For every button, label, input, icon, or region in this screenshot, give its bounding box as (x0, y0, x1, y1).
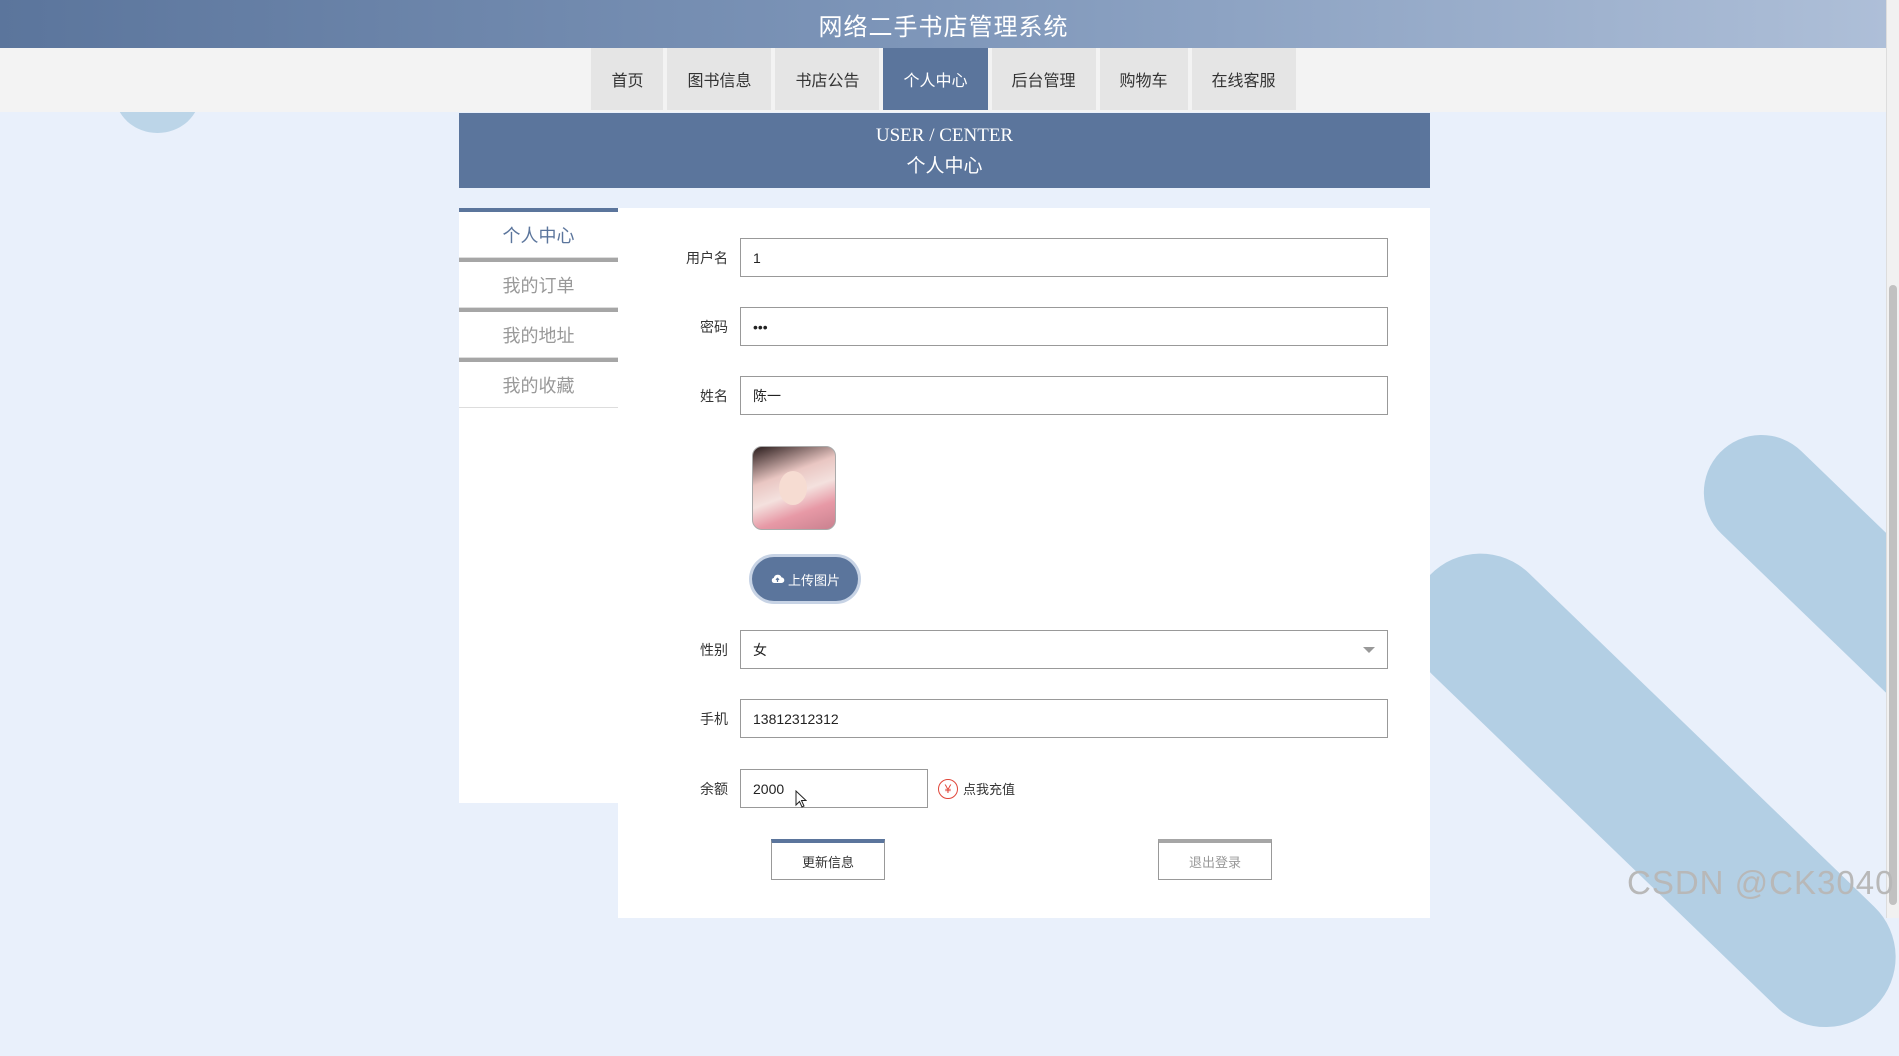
banner-title-en: USER / CENTER (875, 125, 1014, 146)
app-title: 网络二手书店管理系统 (818, 13, 1069, 41)
side-item-user-center[interactable]: 个人中心 (459, 208, 618, 258)
scrollbar-thumb[interactable] (1889, 285, 1897, 905)
chevron-down-icon (1363, 646, 1375, 653)
nav-item-home[interactable]: 首页 (591, 48, 664, 110)
form-row-username: 用户名 1 (618, 238, 1388, 277)
nav-item-book-info[interactable]: 图书信息 (667, 48, 772, 110)
nav-item-announcements[interactable]: 书店公告 (775, 48, 880, 110)
balance-input[interactable]: 2000 (740, 769, 928, 808)
section-banner: USER / CENTER 个人中心 (459, 113, 1430, 188)
side-menu: 个人中心 我的订单 我的地址 我的收藏 (459, 208, 618, 803)
logout-button[interactable]: 退出登录 (1158, 839, 1272, 880)
phone-label: 手机 (700, 710, 728, 727)
username-label: 用户名 (686, 249, 728, 266)
balance-label: 余额 (700, 780, 728, 797)
password-input[interactable]: ••• (740, 307, 1388, 346)
nav-item-cart[interactable]: 购物车 (1099, 48, 1188, 110)
gender-label: 性别 (700, 641, 728, 658)
recharge-link[interactable]: ¥ 点我充值 (938, 778, 1016, 799)
form-row-name: 姓名 陈一 (618, 376, 1388, 415)
username-input[interactable]: 1 (740, 238, 1388, 277)
side-item-my-address[interactable]: 我的地址 (459, 308, 618, 358)
upload-image-button[interactable]: 上传图片 (752, 557, 858, 601)
name-input[interactable]: 陈一 (740, 376, 1388, 415)
nav-item-customer-service[interactable]: 在线客服 (1191, 48, 1296, 110)
nav-item-admin[interactable]: 后台管理 (991, 48, 1096, 110)
mouse-cursor-icon (795, 789, 808, 813)
update-info-button[interactable]: 更新信息 (771, 839, 885, 880)
upload-image-label: 上传图片 (787, 572, 840, 588)
gender-select[interactable]: 女 (740, 630, 1388, 669)
phone-input[interactable]: 13812312312 (740, 699, 1388, 738)
cloud-upload-icon (771, 574, 785, 583)
app-header: 网络二手书店管理系统 (0, 0, 1887, 48)
gender-select-value: 女 (753, 641, 767, 658)
scrollbar[interactable] (1886, 0, 1899, 918)
side-item-my-favorites[interactable]: 我的收藏 (459, 358, 618, 408)
form-row-password: 密码 ••• (618, 307, 1388, 346)
yen-icon: ¥ (938, 778, 958, 799)
banner-title-cn: 个人中心 (906, 156, 983, 177)
avatar (752, 446, 836, 530)
side-item-my-orders[interactable]: 我的订单 (459, 258, 618, 308)
recharge-label: 点我充值 (963, 782, 1016, 797)
form-row-balance: 余额 2000 ¥ 点我充值 (618, 769, 1015, 808)
form-row-phone: 手机 13812312312 (618, 699, 1388, 738)
name-label: 姓名 (700, 387, 728, 404)
nav-item-user-center[interactable]: 个人中心 (883, 48, 988, 110)
background-decoration-stripe (1680, 411, 1899, 786)
password-label: 密码 (700, 318, 728, 335)
watermark: CSDN @CK3040 (1627, 864, 1895, 901)
profile-form: 用户名 1 密码 ••• 姓名 陈一 上传图片 性别 女 手机 13812312… (618, 208, 1430, 918)
form-row-gender: 性别 女 (618, 630, 1388, 669)
main-nav: 首页 图书信息 书店公告 个人中心 后台管理 购物车 在线客服 (0, 48, 1887, 112)
